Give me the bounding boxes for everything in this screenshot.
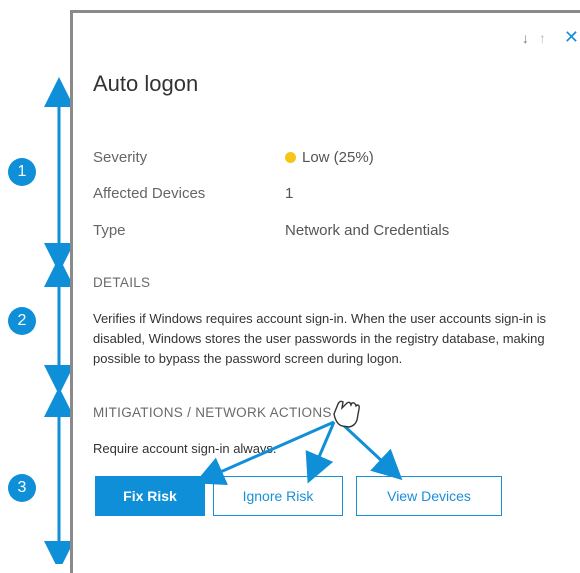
- property-value: 1: [285, 185, 294, 202]
- close-icon[interactable]: ✕: [564, 27, 579, 48]
- property-row-affected-devices: Affected Devices 1: [93, 185, 293, 202]
- details-text: Verifies if Windows requires account sig…: [93, 311, 547, 366]
- view-devices-button[interactable]: View Devices: [356, 476, 502, 516]
- risk-detail-panel: ↓ ↑ ✕ Auto logon Severity Low (25%) Affe…: [70, 10, 580, 573]
- mitigations-text: Require account sign-in always.: [93, 441, 277, 456]
- property-label: Type: [93, 222, 126, 239]
- section-2-badge: 2: [8, 307, 36, 335]
- details-heading: DETAILS: [93, 275, 151, 290]
- property-value: Network and Credentials: [285, 222, 450, 239]
- previous-item-arrow-icon[interactable]: ↑: [539, 30, 546, 46]
- fix-risk-button[interactable]: Fix Risk: [95, 476, 205, 516]
- panel-controls: ↓ ↑ ✕: [522, 27, 579, 48]
- severity-value: Low (25%): [285, 149, 374, 166]
- severity-dot-icon: [285, 152, 296, 163]
- next-item-arrow-icon[interactable]: ↓: [522, 30, 529, 46]
- property-row-type: Type Network and Credentials: [93, 222, 449, 239]
- property-row-severity: Severity Low (25%): [93, 149, 374, 166]
- annotation-column: 1 2 3: [0, 0, 74, 571]
- property-label: Affected Devices: [93, 185, 206, 202]
- property-value: Low (25%): [302, 149, 374, 166]
- ignore-risk-button[interactable]: Ignore Risk: [213, 476, 343, 516]
- mitigations-heading: MITIGATIONS / NETWORK ACTIONS: [93, 405, 332, 420]
- property-label: Severity: [93, 149, 148, 166]
- panel-title: Auto logon: [93, 71, 199, 96]
- section-1-badge: 1: [8, 158, 36, 186]
- section-3-badge: 3: [8, 474, 36, 502]
